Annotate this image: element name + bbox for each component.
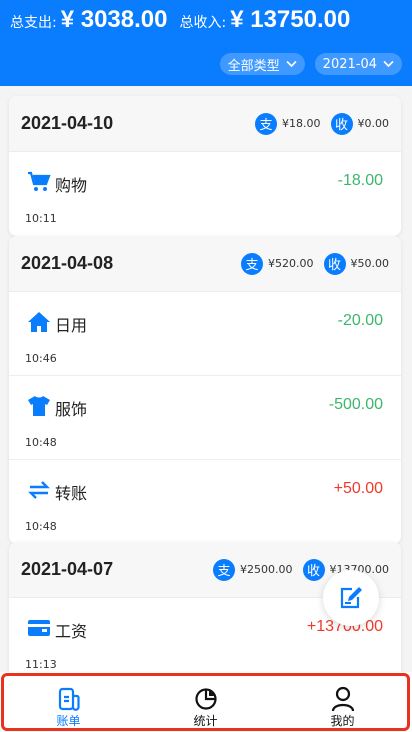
income-badge: 收	[302, 558, 325, 581]
bill-icon	[58, 687, 80, 711]
bill-time: 10:48	[25, 436, 57, 449]
user-icon	[331, 686, 354, 712]
total-income-label: 总收入:	[179, 15, 227, 31]
bill-category: 购物	[55, 176, 88, 195]
expense-badge: 支	[213, 558, 235, 581]
day-expense-total: ¥520.00	[268, 257, 314, 270]
bill-category: 转账	[55, 484, 88, 503]
tab-mine[interactable]: 我的	[274, 672, 411, 732]
wallet-icon	[28, 620, 50, 636]
total-income-value: ¥ 13750.00	[230, 6, 351, 33]
day-expense-total: ¥2500.00	[240, 563, 293, 576]
day-card: 2021-04-10 支 ¥18.00 收 ¥0.00 购物 -18.00 10:1…	[9, 96, 401, 236]
bill-time: 11:13	[25, 658, 57, 671]
type-filter-dropdown[interactable]: 全部类型	[219, 53, 305, 75]
bill-time: 10:11	[25, 212, 57, 225]
day-date: 2021-04-07	[21, 559, 114, 579]
bill-amount: +50.00	[333, 480, 383, 497]
chevron-down-icon	[383, 60, 394, 68]
bottom-tab-bar: 账单 统计 我的	[0, 672, 412, 732]
cart-icon	[28, 171, 51, 191]
chart-pie-icon	[194, 688, 217, 710]
day-date: 2021-04-08	[21, 253, 114, 273]
bill-row[interactable]: 服饰 -500.00 10:48	[9, 376, 401, 460]
home-icon	[28, 312, 50, 332]
app-header: 总支出: ¥ 3038.00 总收入: ¥ 13750.00 全部类型 2021…	[0, 0, 412, 86]
bill-row[interactable]: 日用 -20.00 10:46	[9, 292, 401, 376]
bill-amount: -20.00	[337, 312, 383, 329]
type-filter-label: 全部类型	[227, 58, 280, 74]
day-card-header: 2021-04-08 支 ¥520.00 收 ¥50.00	[9, 236, 401, 292]
day-income-total: ¥0.00	[357, 117, 390, 130]
totals-summary: 总支出: ¥ 3038.00 总收入: ¥ 13750.00	[10, 6, 362, 34]
shirt-icon	[28, 396, 50, 416]
tab-bill-label: 账单	[56, 714, 81, 728]
bill-amount: -500.00	[328, 396, 383, 413]
day-income-total: ¥50.00	[350, 257, 390, 270]
bill-category: 服饰	[55, 400, 88, 419]
day-expense-total: ¥18.00	[282, 117, 321, 130]
month-filter-label: 2021-04	[322, 56, 377, 72]
day-date: 2021-04-10	[21, 113, 114, 133]
bill-category: 日用	[55, 316, 88, 335]
transfer-icon	[28, 481, 50, 499]
bill-time: 10:48	[25, 520, 57, 533]
tab-stats-label: 统计	[193, 714, 218, 728]
month-filter-dropdown[interactable]: 2021-04	[314, 53, 402, 75]
bill-amount: -18.00	[337, 172, 383, 189]
edit-icon	[340, 587, 362, 609]
add-bill-button[interactable]	[323, 570, 379, 626]
day-card-header: 2021-04-10 支 ¥18.00 收 ¥0.00	[9, 96, 401, 152]
tab-stats[interactable]: 统计	[137, 672, 274, 732]
tab-mine-label: 我的	[330, 714, 355, 728]
bill-row[interactable]: 转账 +50.00 10:48	[9, 460, 401, 544]
total-expense-value: ¥ 3038.00	[60, 6, 168, 33]
income-badge: 收	[330, 112, 353, 135]
bill-time: 10:46	[25, 352, 57, 365]
income-badge: 收	[323, 252, 346, 275]
tab-bill[interactable]: 账单	[0, 672, 137, 732]
expense-badge: 支	[241, 252, 263, 275]
total-expense-label: 总支出:	[10, 15, 57, 31]
chevron-down-icon	[286, 60, 297, 68]
day-card: 2021-04-08 支 ¥520.00 收 ¥50.00 日用 -20.00 10…	[9, 236, 401, 544]
bill-row[interactable]: 购物 -18.00 10:11	[9, 152, 401, 236]
bill-category: 工资	[55, 622, 88, 641]
expense-badge: 支	[255, 112, 277, 135]
